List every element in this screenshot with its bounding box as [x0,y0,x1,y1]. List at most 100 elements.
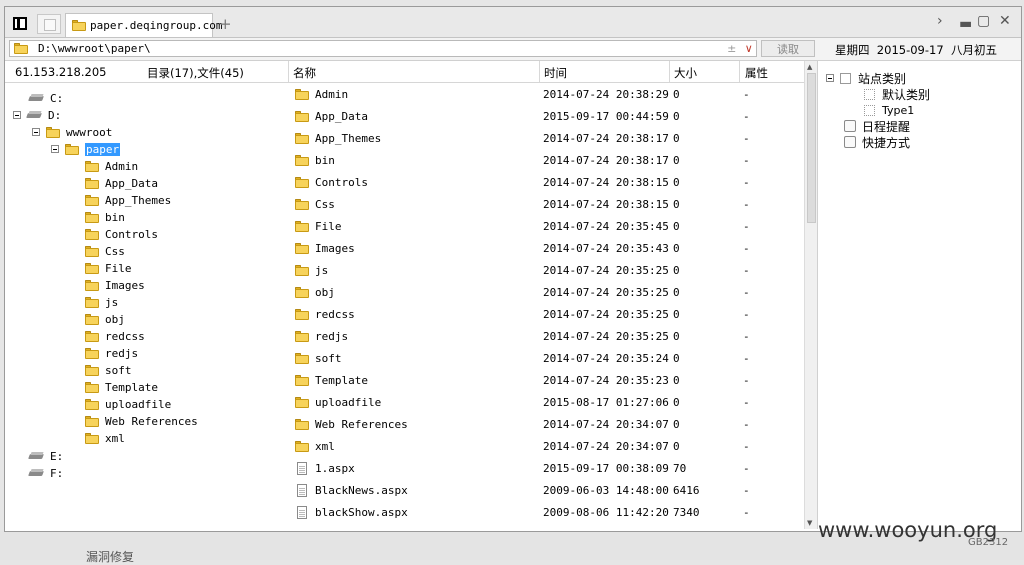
tree-item[interactable]: File [85,260,132,276]
table-row[interactable]: uploadfile 2015-08-17 01:27:06 0 - [287,391,803,413]
minimize-button[interactable]: ▬ [959,16,972,32]
site-category-node[interactable]: 站点类别 [826,70,906,86]
table-row[interactable]: Web References 2014-07-24 20:34:07 0 - [287,413,803,435]
tree-item[interactable]: Controls [85,226,158,242]
background-text: 漏洞修复 [86,550,135,564]
table-row[interactable]: soft 2014-07-24 20:35:24 0 - [287,347,803,369]
shortcut-node[interactable]: 快捷方式 [844,134,910,150]
cell-time: 2009-08-06 11:42:20 [543,506,669,519]
tree-wwwroot[interactable]: wwwroot [32,124,112,140]
address-controls: ± ∨ [723,40,757,57]
blank-tab[interactable] [37,14,61,34]
scroll-down-icon[interactable]: ▼ [807,519,812,527]
tree-item[interactable]: uploadfile [85,396,171,412]
table-row[interactable]: js 2014-07-24 20:35:25 0 - [287,259,803,281]
table-row[interactable]: blackShow.aspx 2009-08-06 11:42:20 7340 - [287,501,803,523]
tree-label: uploadfile [105,397,172,411]
site-category-label: 站点类别 [858,71,907,86]
cell-time: 2014-07-24 20:38:15 [543,198,669,211]
collapse-icon[interactable] [32,128,40,136]
table-row[interactable]: Controls 2014-07-24 20:38:15 0 - [287,171,803,193]
cell-attr: - [743,286,750,299]
column-size[interactable]: 大小 [674,65,697,81]
folder-icon [295,287,309,298]
collapse-icon[interactable] [51,145,59,153]
table-row[interactable]: Css 2014-07-24 20:38:15 0 - [287,193,803,215]
tree-drive-c[interactable]: C: [29,90,63,106]
type1-node[interactable]: Type1 [864,102,914,118]
right-panel: 站点类别 默认类别 Type1 日程提醒 快捷方式 [817,61,1022,529]
folder-icon [295,243,309,254]
address-input[interactable]: D:\wwwroot\paper\ [9,40,757,57]
table-row[interactable]: bin 2014-07-24 20:38:17 0 - [287,149,803,171]
table-row[interactable]: Admin 2014-07-24 20:38:29 0 - [287,83,803,105]
tree-item[interactable]: redjs [85,345,138,361]
cell-size: 0 [673,220,680,233]
tree-item[interactable]: Template [85,379,158,395]
tree-drive-d[interactable]: D: [13,107,61,123]
folder-icon [295,441,309,452]
tree-item[interactable]: soft [85,362,132,378]
table-row[interactable]: obj 2014-07-24 20:35:25 0 - [287,281,803,303]
cell-time: 2014-07-24 20:38:15 [543,176,669,189]
table-row[interactable]: redcss 2014-07-24 20:35:25 0 - [287,303,803,325]
cell-name: App_Data [295,110,368,123]
cell-size: 0 [673,440,680,453]
cell-name: App_Themes [295,132,381,145]
folder-icon [85,245,99,257]
collapse-icon[interactable] [826,74,834,82]
new-tab-button[interactable]: + [219,15,232,33]
tree-item[interactable]: obj [85,311,125,327]
tree-item[interactable]: App_Data [85,175,158,191]
tree-item[interactable]: Admin [85,158,138,174]
tree-item[interactable]: App_Themes [85,192,171,208]
reminder-node[interactable]: 日程提醒 [844,118,910,134]
table-row[interactable]: App_Data 2015-09-17 00:44:59 0 - [287,105,803,127]
column-name[interactable]: 名称 [293,65,316,81]
tree-drive-e[interactable]: E: [29,448,63,464]
table-row[interactable]: 1.aspx 2015-09-17 00:38:09 70 - [287,457,803,479]
table-row[interactable]: Images 2014-07-24 20:35:43 0 - [287,237,803,259]
table-row[interactable]: BlackNews.aspx 2009-06-03 14:48:00 6416 - [287,479,803,501]
file-name: File [315,220,342,233]
tree-drive-f[interactable]: F: [29,465,63,481]
pin-icon[interactable]: ± [727,42,736,55]
toggle-panel-icon[interactable] [11,14,29,32]
column-attr[interactable]: 属性 [745,65,768,81]
read-button[interactable]: 读取 [761,40,815,57]
folder-icon [85,296,99,308]
tree-item[interactable]: Css [85,243,125,259]
cell-size: 0 [673,352,680,365]
tab-site[interactable]: paper.deqingroup.com [65,13,222,37]
table-row[interactable]: File 2014-07-24 20:35:45 0 - [287,215,803,237]
default-category-node[interactable]: 默认类别 [864,86,930,102]
tree-label: Admin [105,159,139,173]
cell-size: 0 [673,418,680,431]
maximize-button[interactable]: ▢ [977,13,990,29]
table-row[interactable]: App_Themes 2014-07-24 20:38:17 0 - [287,127,803,149]
collapse-icon[interactable] [13,111,21,119]
file-name: xml [315,440,335,453]
tree-item[interactable]: xml [85,430,125,446]
chevron-right-icon[interactable]: › [937,13,943,29]
tree-item[interactable]: bin [85,209,125,225]
tree-item[interactable]: js [85,294,118,310]
table-row[interactable]: xml 2014-07-24 20:34:07 0 - [287,435,803,457]
tree-paper[interactable]: paper [51,141,121,157]
scroll-thumb[interactable] [807,73,816,223]
tree-item[interactable]: redcss [85,328,145,344]
column-time[interactable]: 时间 [544,65,567,81]
file-list-scrollbar[interactable]: ▲ ▼ [804,61,818,529]
folder-icon [85,177,99,189]
tree-item[interactable]: Web References [85,413,198,429]
cell-name: redcss [295,308,355,321]
file-name: soft [315,352,342,365]
close-button[interactable]: ✕ [999,13,1011,29]
folder-icon [72,20,86,31]
scroll-up-icon[interactable]: ▲ [807,63,812,71]
table-row[interactable]: redjs 2014-07-24 20:35:25 0 - [287,325,803,347]
cell-attr: - [743,264,750,277]
tree-item[interactable]: Images [85,277,145,293]
chevron-down-icon[interactable]: ∨ [745,42,753,55]
table-row[interactable]: Template 2014-07-24 20:35:23 0 - [287,369,803,391]
